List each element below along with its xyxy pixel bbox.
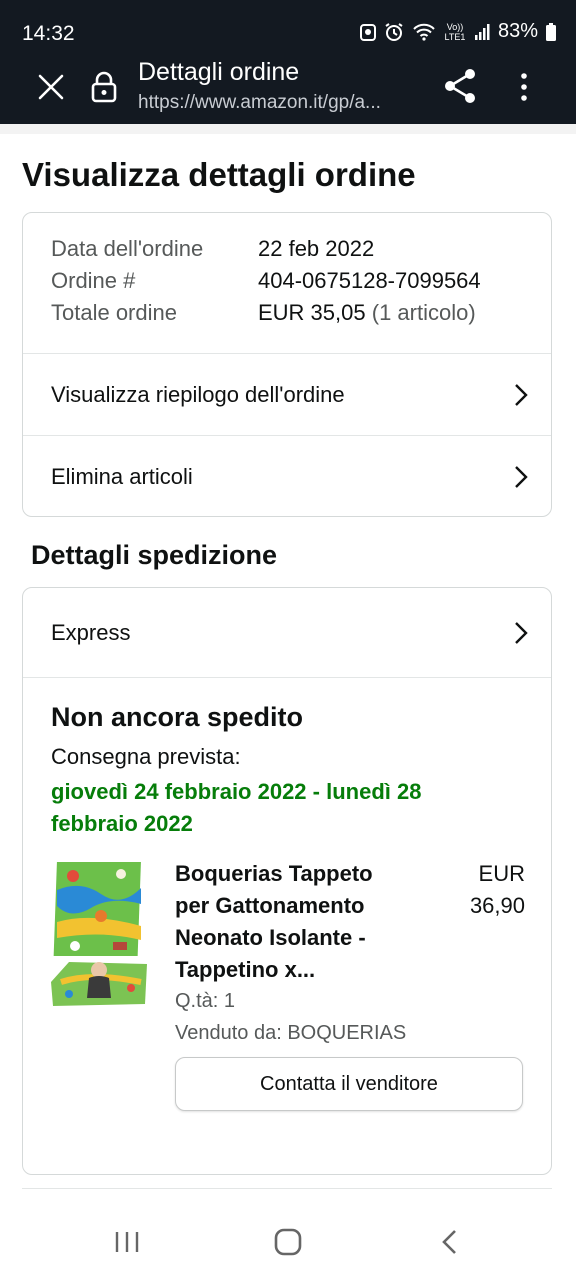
status-time: 14:32 [22,22,75,45]
browser-toolbar: Dettagli ordine https://www.amazon.it/gp… [0,58,576,124]
order-summary-card: Data dell'ordine 22 feb 2022 Ordine # 40… [22,212,552,517]
chevron-right-icon [515,465,528,488]
order-date-label: Data dell'ordine [51,236,204,261]
more-options-icon[interactable] [515,70,533,104]
product-price: EUR 36,90 [435,858,525,922]
back-icon[interactable] [440,1228,458,1256]
view-order-summary-link[interactable]: Visualizza riepilogo dell'ordine [23,354,551,436]
share-icon[interactable] [442,68,478,104]
order-number-value: 404-0675128-7099564 [258,268,481,293]
product-name[interactable]: Boquerias Tappeto per Gattonamento Neona… [175,858,405,986]
delivery-label: Consegna prevista: [51,744,241,769]
chevron-right-icon [515,621,528,644]
shipment-card: Express Non ancora spedito Consegna prev… [22,587,552,1175]
toolbar-title: Dettagli ordine [138,58,300,86]
shipping-section-title: Dettagli spedizione [31,540,278,570]
product-price-currency: EUR [478,861,525,886]
order-number-label: Ordine # [51,268,136,293]
header-divider [0,124,576,134]
battery-percent: 83% [497,20,538,42]
close-icon[interactable] [34,70,68,104]
order-total-value: EUR 35,05 [258,300,366,325]
system-navigation-bar [0,1206,576,1280]
order-total-label: Totale ordine [51,300,177,325]
alarm-icon [385,22,403,41]
contact-seller-button[interactable]: Contatta il venditore [175,1057,523,1111]
page-title: Visualizza dettagli ordine [22,156,416,193]
view-order-summary-label: Visualizza riepilogo dell'ordine [51,381,345,407]
shipment-status: Non ancora spedito [51,702,304,732]
delete-items-label: Elimina articoli [51,463,193,489]
shipping-method-link[interactable]: Express [23,588,551,678]
shipping-method-label: Express [51,619,131,645]
delivery-dates: giovedì 24 febbraio 2022 - lunedì 28 feb… [51,779,422,836]
order-summary: Data dell'ordine 22 feb 2022 Ordine # 40… [23,213,551,354]
battery-icon [546,22,556,41]
product-quantity: Q.tà: 1 [175,990,236,1012]
status-icons: Vo)) LTE1 83% [359,20,556,43]
wifi-icon [413,23,435,41]
toolbar-url[interactable]: https://www.amazon.it/gp/a... [138,92,423,114]
order-total-value-group: EUR 35,05 (1 articolo) [258,300,476,326]
order-item-count: (1 articolo) [371,300,476,325]
product-image[interactable] [51,860,147,1010]
chevron-right-icon [515,383,528,406]
signal-icon [474,23,490,40]
lte-label: Vo)) LTE1 [444,21,466,42]
product-price-value: 36,90 [469,893,525,918]
delete-items-link[interactable]: Elimina articoli [23,436,551,516]
recent-apps-icon[interactable] [114,1231,140,1253]
status-bar: 14:32 Vo)) LTE1 83% [0,0,576,62]
home-icon[interactable] [274,1228,302,1256]
lock-icon [91,71,117,103]
notification-icon [359,23,376,41]
product-seller: Venduto da: BOQUERIAS [175,1022,407,1044]
order-date-value: 22 feb 2022 [258,236,375,261]
